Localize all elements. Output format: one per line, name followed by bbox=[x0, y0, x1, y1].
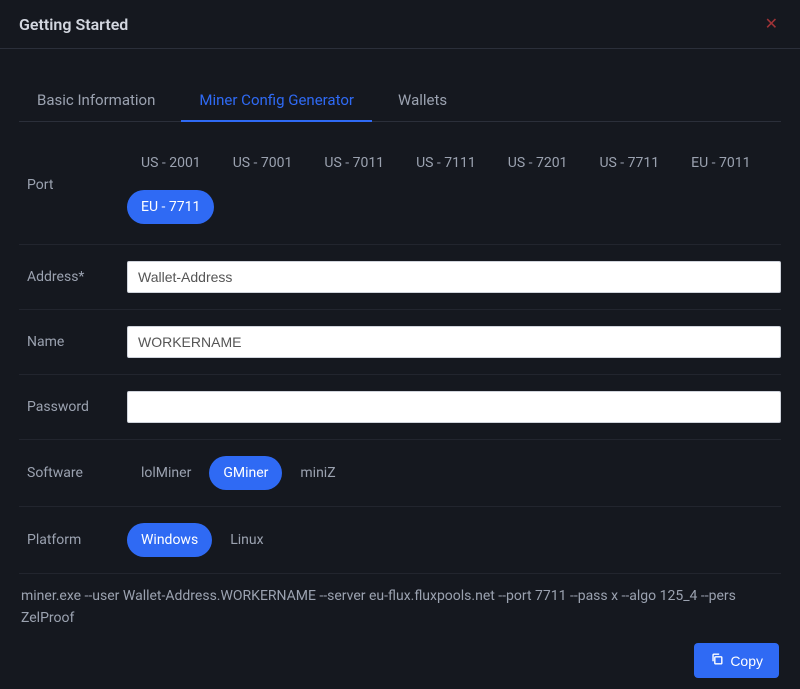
row-platform: Platform Windows Linux bbox=[19, 507, 781, 574]
port-option[interactable]: US - 2001 bbox=[127, 146, 215, 180]
modal-header: Getting Started ✕ bbox=[0, 0, 800, 49]
port-option[interactable]: US - 7111 bbox=[402, 146, 490, 180]
generated-command: miner.exe --user Wallet-Address.WORKERNA… bbox=[19, 574, 781, 629]
copy-icon bbox=[710, 652, 724, 669]
port-label: Port bbox=[27, 177, 127, 193]
getting-started-modal: Getting Started ✕ Basic Information Mine… bbox=[0, 0, 800, 689]
row-name: Name bbox=[19, 310, 781, 375]
tabs: Basic Information Miner Config Generator… bbox=[19, 81, 781, 122]
tab-basic-information[interactable]: Basic Information bbox=[19, 81, 173, 121]
password-input[interactable] bbox=[127, 391, 781, 423]
row-software: Software lolMiner GMiner miniZ bbox=[19, 440, 781, 507]
port-option[interactable]: EU - 7011 bbox=[677, 146, 764, 180]
row-password: Password bbox=[19, 375, 781, 440]
modal-body: Basic Information Miner Config Generator… bbox=[0, 49, 800, 689]
modal-title: Getting Started bbox=[19, 15, 128, 34]
row-address: Address* bbox=[19, 245, 781, 310]
port-option[interactable]: US - 7011 bbox=[310, 146, 398, 180]
copy-button[interactable]: Copy bbox=[694, 643, 779, 678]
software-option[interactable]: lolMiner bbox=[127, 456, 205, 490]
port-option[interactable]: US - 7201 bbox=[494, 146, 582, 180]
port-options: US - 2001 US - 7001 US - 7011 US - 7111 … bbox=[127, 146, 781, 224]
software-option[interactable]: miniZ bbox=[286, 456, 349, 490]
row-port: Port US - 2001 US - 7001 US - 7011 US - … bbox=[19, 122, 781, 245]
port-option[interactable]: US - 7711 bbox=[585, 146, 673, 180]
port-option-selected[interactable]: EU - 7711 bbox=[127, 190, 214, 224]
software-label: Software bbox=[27, 465, 127, 481]
close-icon[interactable]: ✕ bbox=[759, 14, 784, 34]
address-input[interactable] bbox=[127, 261, 781, 293]
platform-options: Windows Linux bbox=[127, 523, 781, 557]
platform-label: Platform bbox=[27, 532, 127, 548]
name-label: Name bbox=[27, 334, 127, 350]
software-option-selected[interactable]: GMiner bbox=[209, 456, 282, 490]
tab-wallets[interactable]: Wallets bbox=[380, 81, 465, 121]
password-label: Password bbox=[27, 399, 127, 415]
copy-button-label: Copy bbox=[730, 653, 763, 669]
copy-row: Copy bbox=[19, 629, 781, 684]
name-input[interactable] bbox=[127, 326, 781, 358]
software-options: lolMiner GMiner miniZ bbox=[127, 456, 781, 490]
port-option[interactable]: US - 7001 bbox=[219, 146, 307, 180]
platform-option-selected[interactable]: Windows bbox=[127, 523, 212, 557]
address-label: Address* bbox=[27, 269, 127, 285]
platform-option[interactable]: Linux bbox=[216, 523, 277, 557]
tab-miner-config-generator[interactable]: Miner Config Generator bbox=[181, 81, 372, 121]
